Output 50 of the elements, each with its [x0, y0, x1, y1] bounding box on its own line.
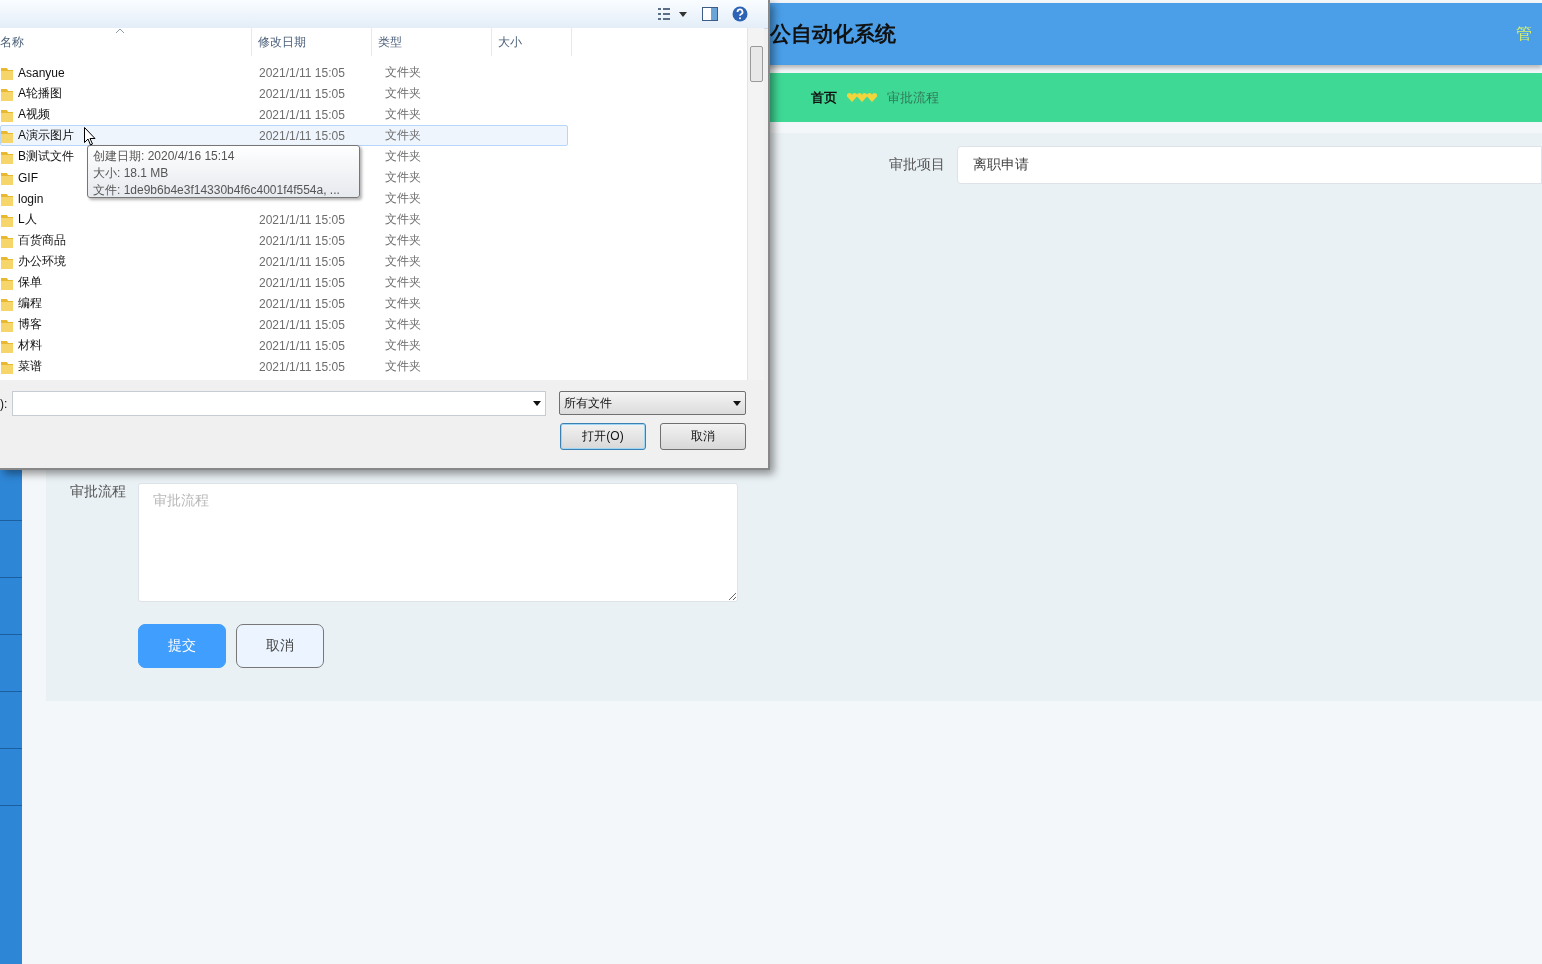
file-type: 文件夹 — [385, 296, 421, 310]
file-name: 办公环境 — [18, 253, 66, 270]
file-name: A轮播图 — [18, 85, 62, 102]
file-type: 文件夹 — [385, 359, 421, 373]
file-type: 文件夹 — [385, 191, 421, 205]
file-type: 文件夹 — [385, 107, 421, 121]
file-name: GIF — [18, 170, 38, 185]
file-type: 文件夹 — [385, 317, 421, 331]
file-date: 2021/1/11 15:05 — [259, 275, 345, 290]
file-name: A视频 — [18, 106, 50, 123]
file-date: 2021/1/11 15:05 — [259, 212, 345, 227]
file-date: 2021/1/11 15:05 — [259, 65, 345, 80]
file-type: 文件夹 — [385, 254, 421, 268]
file-date: 2021/1/11 15:05 — [259, 233, 345, 248]
file-name: 菜谱 — [18, 358, 42, 375]
file-name: Asanyue — [18, 65, 65, 80]
file-name: 保单 — [18, 274, 42, 291]
file-name: login — [18, 191, 44, 206]
file-type: 文件夹 — [385, 65, 421, 79]
file-date: 2021/1/11 15:05 — [259, 128, 345, 143]
file-name: L人 — [18, 211, 37, 228]
file-type: 文件夹 — [385, 338, 421, 352]
file-name: 百货商品 — [18, 232, 66, 249]
file-type: 文件夹 — [385, 86, 421, 100]
file-date: 2021/1/11 15:05 — [259, 107, 345, 122]
file-name: B测试文件 — [18, 148, 74, 165]
field-label: 审批流程 — [70, 483, 126, 501]
file-type: 文件夹 — [385, 149, 421, 163]
tooltip-line: 大小: 18.1 MB — [93, 165, 170, 182]
file-type: 文件夹 — [385, 128, 421, 142]
tooltip-line: 文件: 1de9b6b4e3f14330b4f6c4001f4f554a, ... — [93, 182, 341, 199]
file-date: 2021/1/11 15:05 — [259, 338, 345, 353]
file-type: 文件夹 — [385, 212, 421, 226]
file-date: 2021/1/11 15:05 — [259, 317, 345, 332]
file-date: 2021/1/11 15:05 — [259, 86, 345, 101]
file-type: 文件夹 — [385, 170, 421, 184]
file-type: 文件夹 — [385, 233, 421, 247]
file-name: 材料 — [18, 337, 42, 354]
file-name: A演示图片 — [18, 127, 74, 144]
filename-label: ): — [0, 397, 8, 411]
file-date: 2021/1/11 15:05 — [259, 296, 345, 311]
file-date: 2021/1/11 15:05 — [259, 359, 345, 374]
breadcrumb-current: 审批流程 — [887, 88, 939, 107]
file-date: 2021/1/11 15:05 — [259, 254, 345, 269]
field-label: 审批项目 — [889, 156, 945, 174]
tooltip-line: 创建日期: 2020/4/16 15:14 — [93, 148, 236, 165]
app-title: 公自动化系统 — [770, 21, 896, 47]
file-name: 编程 — [18, 295, 42, 312]
file-name: 博客 — [18, 316, 42, 333]
file-type: 文件夹 — [385, 275, 421, 289]
